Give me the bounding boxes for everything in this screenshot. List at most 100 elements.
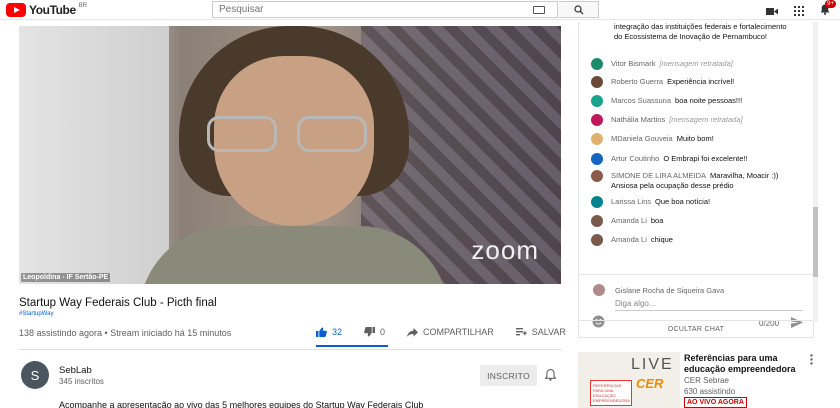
apps-grid-icon[interactable] [794, 6, 804, 16]
create-video-icon[interactable] [766, 7, 778, 16]
search-icon [573, 4, 583, 14]
chat-author-avatar [591, 95, 603, 107]
video-speaker-image [139, 26, 449, 284]
recommendation-title[interactable]: Referências para uma educação empreended… [684, 353, 809, 375]
hashtag-link[interactable]: #StartupWay [19, 311, 53, 317]
video-actions: 32 0 COMPARTILHAR SALVAR [316, 327, 621, 337]
chat-message-text: O Embrapi foi excelente!! [663, 154, 748, 163]
dislike-count: 0 [380, 327, 386, 337]
zoom-watermark: zoom [471, 235, 539, 265]
chat-message[interactable]: Roberto Guerra Experiência incrível! [591, 76, 803, 88]
divider [579, 274, 813, 275]
chat-messages: integração das instituições federais e f… [579, 22, 813, 262]
chat-message[interactable]: Marcos Suassuna boa noite pessoas!!! [591, 95, 803, 107]
recommendation-viewers: 630 assistindo [684, 387, 736, 396]
chat-author-name: Nathália Martins [611, 115, 666, 124]
share-label: COMPARTILHAR [423, 327, 494, 337]
thumbnail-live-text: LIVE [631, 356, 674, 373]
live-chat-panel: integração das instituições federais e f… [578, 22, 814, 338]
page-scrollbar[interactable] [813, 22, 818, 322]
like-ratio-bar [316, 345, 388, 347]
chat-message-text: Muito bom! [676, 134, 714, 143]
notifications-button[interactable]: 9+ [820, 0, 836, 20]
chat-message[interactable]: Nathália Martins [mensagem retratada] [591, 114, 803, 126]
search-button[interactable] [559, 1, 599, 18]
thumbnail-cer-text: CER [636, 376, 664, 391]
chat-author-avatar [591, 234, 603, 246]
chat-author-avatar [591, 215, 603, 227]
chat-message[interactable]: SIMONE DE LIRA ALMEIDA Maravilha, Moacir … [591, 170, 803, 191]
like-count: 32 [332, 327, 343, 337]
chat-author-avatar [591, 114, 603, 126]
channel-name[interactable]: SebLab [59, 365, 92, 376]
video-player[interactable]: zoom Leopoldina - IF Sertão-PE [19, 26, 561, 284]
chat-author-name: Amanda Li [611, 216, 647, 225]
chat-author-avatar [591, 76, 603, 88]
thumbs-up-icon [316, 327, 327, 337]
chat-message[interactable]: Amanda Li boa [591, 215, 803, 227]
chat-message-text: Que boa notícia! [655, 197, 711, 206]
chat-message[interactable]: Amanda Li chique [591, 234, 803, 246]
chat-message-text: boa [650, 216, 664, 225]
chat-message-text: [mensagem retratada] [669, 115, 743, 124]
chat-message[interactable]: MDaniela Gouveia Muito bom! [591, 133, 803, 145]
channel-avatar[interactable]: S [21, 361, 49, 389]
chat-author-name: Marcos Suassuna [611, 96, 672, 105]
composer-name: Gislane Rocha de Siqueira Gava [615, 286, 725, 295]
keyboard-icon[interactable] [533, 5, 545, 14]
recommendation-thumbnail[interactable]: LIVE CER REFERÊNCIAS PARA UMA EDUCAÇÃO E… [578, 352, 680, 408]
thumbs-down-icon [364, 327, 376, 337]
chat-author-avatar [591, 196, 603, 208]
chat-author-avatar [591, 153, 603, 165]
hide-chat-button[interactable]: OCULTAR CHAT [578, 320, 814, 338]
header-actions: 9+ [766, 0, 836, 20]
chat-author-avatar [591, 170, 603, 182]
play-logo-icon [6, 3, 26, 17]
playlist-add-icon [515, 327, 527, 335]
chat-author-name: Artur Coutinho [611, 154, 660, 163]
chat-author-name: SIMONE DE LIRA ALMEIDA [611, 171, 707, 180]
search-box [212, 1, 558, 18]
dislike-button[interactable]: 0 [364, 327, 385, 337]
more-vertical-icon[interactable] [810, 354, 813, 365]
chat-message[interactable]: Artur Coutinho O Embrapi foi excelente!! [591, 153, 803, 165]
chat-message-text: [mensagem retratada] [659, 59, 733, 68]
chat-message-text: Experiência incrível! [667, 77, 735, 86]
chat-author-name: MDaniela Gouveia [611, 134, 673, 143]
scrollbar-thumb[interactable] [813, 207, 818, 277]
chat-author-avatar [591, 133, 603, 145]
logo-text: YouTube [29, 3, 76, 17]
divider [19, 349, 561, 350]
chat-author-name: Amanda Li [611, 235, 647, 244]
save-button[interactable]: SALVAR [515, 327, 566, 337]
chat-message[interactable]: Vitor Bismark [mensagem retratada] [591, 58, 803, 70]
save-label: SALVAR [531, 327, 566, 337]
channel-subscribers: 345 inscritos [59, 377, 104, 386]
chat-input[interactable] [615, 297, 803, 311]
recommendation-channel[interactable]: CER Sebrae [684, 376, 729, 385]
chat-author-name: Roberto Guerra [611, 77, 664, 86]
video-background-wall [19, 26, 169, 284]
search-input[interactable] [213, 2, 533, 17]
thumbnail-book-text: REFERÊNCIAS PARA UMA EDUCAÇÃO EMPREENDED… [590, 380, 632, 406]
video-meta: 138 assistindo agora • Stream iniciado h… [19, 328, 232, 338]
video-description: Acompanhe a apresentação ao vivo das 5 m… [59, 400, 424, 408]
like-button[interactable]: 32 [316, 327, 342, 337]
video-title: Startup Way Federais Club - Picth final [19, 297, 217, 309]
chat-message-text: chique [650, 235, 673, 244]
composer-avatar [593, 284, 605, 296]
chat-message-text: boa noite pessoas!!! [675, 96, 743, 105]
notification-count: 9+ [825, 0, 836, 8]
chat-author-name: Vitor Bismark [611, 59, 656, 68]
youtube-logo[interactable]: YouTube BR [6, 3, 87, 17]
share-button[interactable]: COMPARTILHAR [407, 327, 494, 337]
chat-message[interactable]: Larissa Lins Que boa notícia! [591, 196, 803, 208]
notification-bell-icon[interactable] [545, 369, 556, 381]
region-code: BR [78, 3, 88, 9]
subscribe-button[interactable]: INSCRITO [480, 365, 537, 386]
chat-message-text: integração das instituições federais e f… [614, 22, 787, 41]
chat-author-name: Larissa Lins [611, 197, 652, 206]
chat-author-avatar [591, 58, 603, 70]
top-bar: YouTube BR 9+ [0, 0, 840, 20]
share-icon [407, 327, 419, 337]
